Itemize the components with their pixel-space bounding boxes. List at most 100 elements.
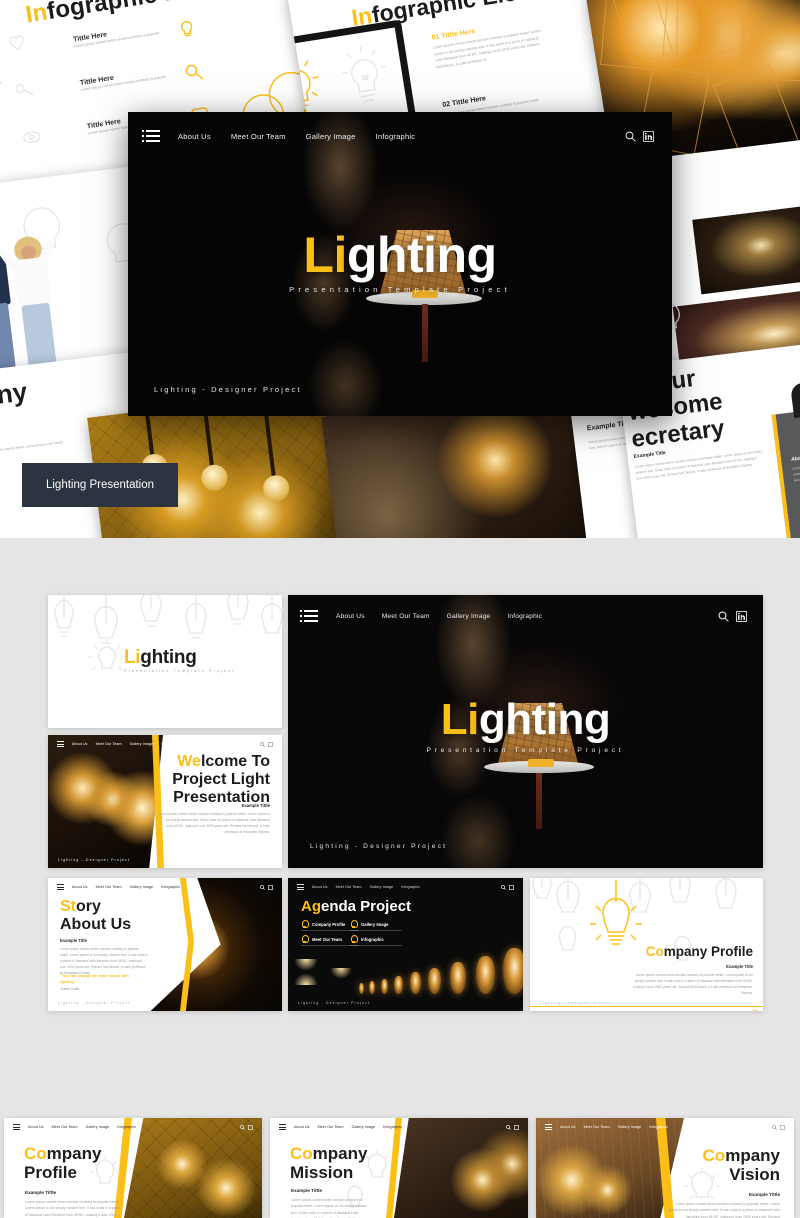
nav-link-gallery-image[interactable]: Gallery Image (130, 885, 154, 889)
nav-link-about-us[interactable]: About Us (294, 1125, 310, 1129)
nav-link-about-us[interactable]: About Us (178, 132, 211, 141)
search-icon[interactable] (625, 131, 636, 142)
gallery-slide-welcome[interactable]: About Us Meet Our Team Gallery Image Inf… (48, 735, 282, 868)
nav-link-meet-our-team[interactable]: Meet Our Team (96, 885, 122, 889)
slide-navbar[interactable]: About Us Meet Our Team Gallery Image Inf… (4, 1118, 262, 1136)
agenda-item-meet-our-team[interactable]: Meet Our Team (301, 935, 342, 944)
gallery-slide-agenda[interactable]: About Us Meet Our Team Gallery Image Inf… (288, 878, 523, 1011)
linkedin-icon[interactable] (268, 742, 273, 747)
page-title: Lighting (128, 230, 672, 280)
list-menu-icon[interactable] (13, 1124, 20, 1130)
example-title: Example Title (60, 938, 87, 943)
bulb-icon (350, 935, 357, 944)
nav-link-gallery-image[interactable]: Gallery Image (370, 885, 394, 889)
agenda-item-company-profile[interactable]: Company Profile (301, 920, 345, 929)
agenda-item-gallery-image[interactable]: Gallery Image (350, 920, 388, 929)
slide-navbar[interactable]: About Us Meet Our Team Gallery Image Inf… (288, 878, 523, 896)
list-menu-icon[interactable] (57, 741, 64, 747)
linkedin-icon[interactable] (509, 885, 514, 890)
lamp-stand (536, 773, 542, 829)
nav-link-infographic[interactable]: Infographic (383, 1125, 402, 1129)
linkedin-icon[interactable] (780, 1125, 785, 1130)
slide-heading: Agenda Project (301, 898, 411, 915)
slide-navbar[interactable]: About Us Meet Our Team Gallery Image Inf… (288, 595, 763, 637)
list-menu-icon[interactable] (545, 1124, 552, 1130)
nav-link-meet-our-team[interactable]: Meet Our Team (382, 613, 430, 620)
person-photo (790, 379, 800, 419)
list-menu-icon[interactable] (304, 610, 318, 622)
gallery-slide-company-vision[interactable]: About Us Meet Our Team Gallery Image Inf… (536, 1118, 794, 1218)
list-menu-icon[interactable] (146, 130, 160, 142)
search-icon[interactable] (501, 885, 506, 890)
hero-banner: Infographic Element Tittle Here Tittle H… (0, 0, 800, 538)
agenda-item-infographic[interactable]: Infographic (350, 935, 384, 944)
nav-link-gallery-image[interactable]: Gallery Image (447, 613, 491, 620)
slide-footer: Lighting - Designer Project (298, 1001, 370, 1005)
slide-navbar[interactable]: About Us Meet Our Team Gallery Image Inf… (270, 1118, 528, 1136)
nav-link-about-us[interactable]: About Us (312, 885, 328, 889)
slide-body-text: Lorem ipsum comes forem section contrary… (633, 972, 753, 996)
nav-link-infographic[interactable]: Infographic (161, 742, 180, 746)
list-menu-icon[interactable] (279, 1124, 286, 1130)
slide-heading: ompanyofile (0, 377, 32, 445)
nav-link-about-us[interactable]: About Us (72, 885, 88, 889)
quote-author: -Karen Cobb (60, 987, 79, 991)
nav-link-infographic[interactable]: Infographic (161, 885, 180, 889)
example-title: Example Tittle (242, 803, 270, 808)
gallery-slide-company-mission[interactable]: About Us Meet Our Team Gallery Image Inf… (270, 1118, 528, 1218)
hero-footer: Lighting - Designer Project (154, 385, 302, 394)
nav-link-meet-our-team[interactable]: Meet Our Team (318, 1125, 344, 1129)
slide-heading: Company Vision (703, 1146, 780, 1184)
nav-link-meet-our-team[interactable]: Meet Our Team (584, 1125, 610, 1129)
linkedin-icon[interactable] (643, 131, 654, 142)
search-icon[interactable] (718, 611, 729, 622)
preview-gallery: Lighting Presentation Template Project A… (0, 538, 800, 1078)
search-icon[interactable] (772, 1125, 777, 1130)
nav-link-about-us[interactable]: About Us (28, 1125, 44, 1129)
nav-link-infographic[interactable]: Infographic (117, 1125, 136, 1129)
search-icon[interactable] (260, 885, 265, 890)
gallery-slide-company-profile-2[interactable]: About Us Meet Our Team Gallery Image Inf… (4, 1118, 262, 1218)
nav-link-gallery-image[interactable]: Gallery Image (130, 742, 154, 746)
list-menu-icon[interactable] (297, 884, 304, 890)
nav-link-meet-our-team[interactable]: Meet Our Team (52, 1125, 78, 1129)
nav-link-gallery-image[interactable]: Gallery Image (306, 132, 356, 141)
nav-link-gallery-image[interactable]: Gallery Image (618, 1125, 642, 1129)
nav-link-about-us[interactable]: About Us (560, 1125, 576, 1129)
linkedin-icon[interactable] (514, 1125, 519, 1130)
nav-link-infographic[interactable]: Infographic (376, 132, 416, 141)
hero-subtitle: Presentation Template Project (128, 285, 672, 294)
slide-navbar[interactable]: About Us Meet Our Team Gallery Image Inf… (536, 1118, 794, 1136)
agenda-item-label: Infographic (361, 937, 384, 942)
nav-link-infographic[interactable]: Infographic (507, 613, 542, 620)
gallery-slide-title-white[interactable]: Lighting Presentation Template Project (48, 595, 282, 728)
hero-slide[interactable]: About Us Meet Our Team Gallery Image Inf… (128, 112, 672, 416)
nav-link-meet-our-team[interactable]: Meet Our Team (231, 132, 286, 141)
nav-link-gallery-image[interactable]: Gallery Image (86, 1125, 110, 1129)
linkedin-icon[interactable] (736, 611, 747, 622)
bulb-icon (350, 920, 357, 929)
nav-link-about-us[interactable]: About Us (72, 742, 88, 746)
search-icon[interactable] (506, 1125, 511, 1130)
photo-cage-lights (48, 735, 163, 868)
example-title: Example Tittle (749, 1192, 780, 1197)
search-icon[interactable] (260, 742, 265, 747)
nav-link-meet-our-team[interactable]: Meet Our Team (96, 742, 122, 746)
nav-link-about-us[interactable]: About Us (336, 613, 365, 620)
list-menu-icon[interactable] (57, 884, 64, 890)
nav-link-infographic[interactable]: Infographic (401, 885, 420, 889)
linkedin-icon[interactable] (268, 885, 273, 890)
gallery-slide-company-profile[interactable]: Company Profile Example Title Lorem ipsu… (530, 878, 763, 1011)
hero-navbar[interactable]: About Us Meet Our Team Gallery Image Inf… (128, 112, 672, 160)
gallery-slide-story[interactable]: About Us Meet Our Team Gallery Image Inf… (48, 878, 282, 1011)
nav-link-infographic[interactable]: Infographic (649, 1125, 668, 1129)
linkedin-icon[interactable] (248, 1125, 253, 1130)
slide-navbar[interactable]: About Us Meet Our Team Gallery Image Inf… (48, 735, 282, 753)
slide-body-text: Lorem ipsum comes forem section contrary… (668, 1201, 780, 1218)
search-icon[interactable] (240, 1125, 245, 1130)
nav-link-meet-our-team[interactable]: Meet Our Team (336, 885, 362, 889)
slide-title: Lighting (124, 647, 197, 669)
slide-navbar[interactable]: About Us Meet Our Team Gallery Image Inf… (48, 878, 282, 896)
gallery-slide-main-preview[interactable]: About Us Meet Our Team Gallery Image Inf… (288, 595, 763, 868)
nav-link-gallery-image[interactable]: Gallery Image (352, 1125, 376, 1129)
